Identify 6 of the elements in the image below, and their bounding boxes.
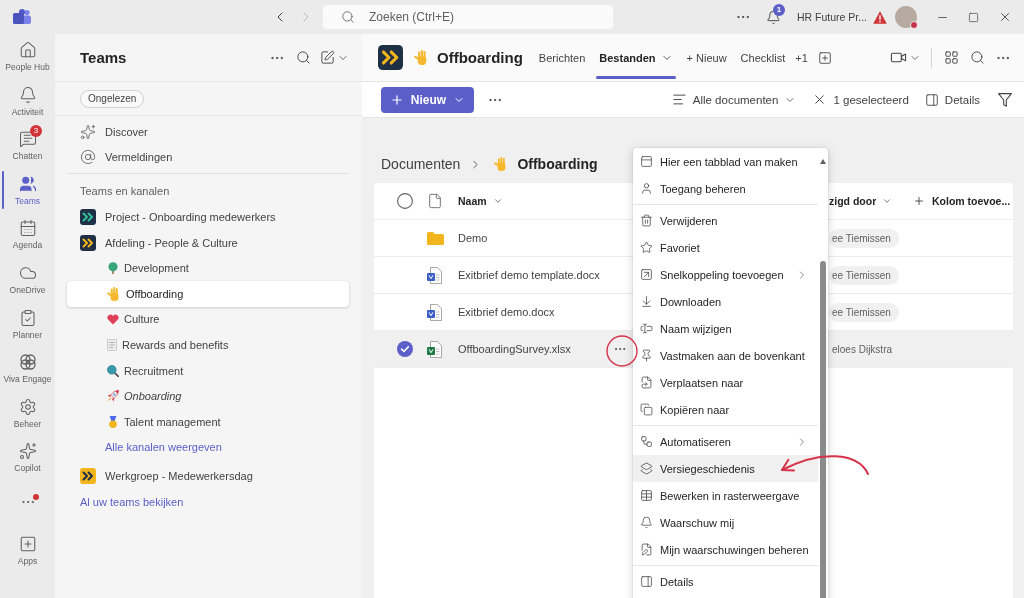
breadcrumb-current: Offboarding (517, 156, 598, 172)
count-badge: 1 (772, 4, 785, 16)
section-heading: Teams en kanalen (79, 183, 171, 199)
count-badge: 3 (30, 125, 42, 138)
sidebar-title: Teams (80, 49, 127, 66)
channel-title: Offboarding (437, 49, 523, 66)
